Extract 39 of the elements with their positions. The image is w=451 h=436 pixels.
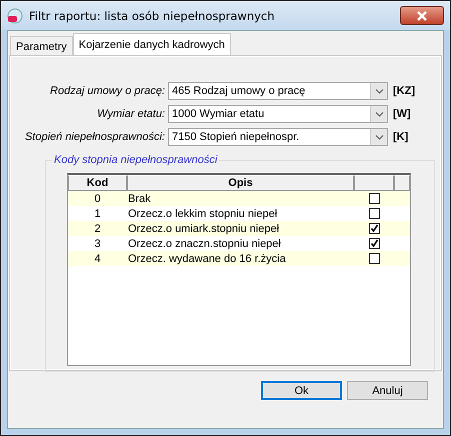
table-cell-text: Orzecz.o znaczn.stopniu niepeł <box>127 238 282 250</box>
checkbox[interactable] <box>368 238 380 249</box>
checkbox[interactable] <box>368 253 380 264</box>
table-cell-text: 1 <box>93 208 102 220</box>
field-label: Stopień niepełnosprawności: <box>24 131 166 143</box>
dropdown-field[interactable]: 7150 Stopień niepełnospr. <box>168 128 388 146</box>
field-tag: [W] <box>388 108 411 120</box>
table-cell-text: 3 <box>93 238 102 250</box>
tab[interactable]: Kojarzenie danych kadrowych <box>72 33 231 55</box>
checkbox[interactable] <box>368 223 380 234</box>
column-header[interactable]: Kod <box>68 175 127 191</box>
field-label: Rodzaj umowy o pracę: <box>49 85 166 97</box>
ok-button[interactable]: Ok <box>261 381 342 400</box>
group-title: Kody stopnia niepełnosprawności <box>52 154 220 166</box>
field-label: Wymiar etatu: <box>96 108 166 120</box>
table-cell-text: Orzecz.o lekkim stopniu niepeł <box>127 208 278 220</box>
table-cell-text: 2 <box>93 222 102 234</box>
field-tag: [K] <box>388 131 408 143</box>
chevron-down-icon <box>374 88 384 94</box>
window-title: Filtr raportu: lista osób niepełnosprawnych <box>29 8 276 22</box>
table-cell-text: Brak <box>127 192 152 204</box>
chevron-down-icon <box>374 134 384 140</box>
dropdown-field[interactable]: 1000 Wymiar etatu <box>168 105 388 123</box>
checkbox[interactable] <box>368 193 380 204</box>
close-button[interactable] <box>400 6 444 25</box>
app-icon <box>7 8 23 24</box>
column-header[interactable] <box>394 175 410 191</box>
dropdown-field[interactable]: 465 Rodzaj umowy o pracę <box>168 82 388 100</box>
cancel-button[interactable]: Anuluj <box>347 381 428 400</box>
close-icon <box>416 10 428 20</box>
table-cell-text: 0 <box>93 192 102 204</box>
table-cell-text: Orzecz. wydawane do 16 r.życia <box>127 252 287 264</box>
table-cell-text: 4 <box>93 252 102 264</box>
field-tag: [KZ] <box>388 85 415 97</box>
chevron-down-icon <box>374 112 384 116</box>
tab[interactable]: Parametry <box>10 36 73 55</box>
column-header[interactable]: Opis <box>127 175 354 191</box>
checkbox[interactable] <box>368 208 380 219</box>
table-cell-text: Orzecz.o umiark.stopniu niepeł <box>127 222 280 234</box>
